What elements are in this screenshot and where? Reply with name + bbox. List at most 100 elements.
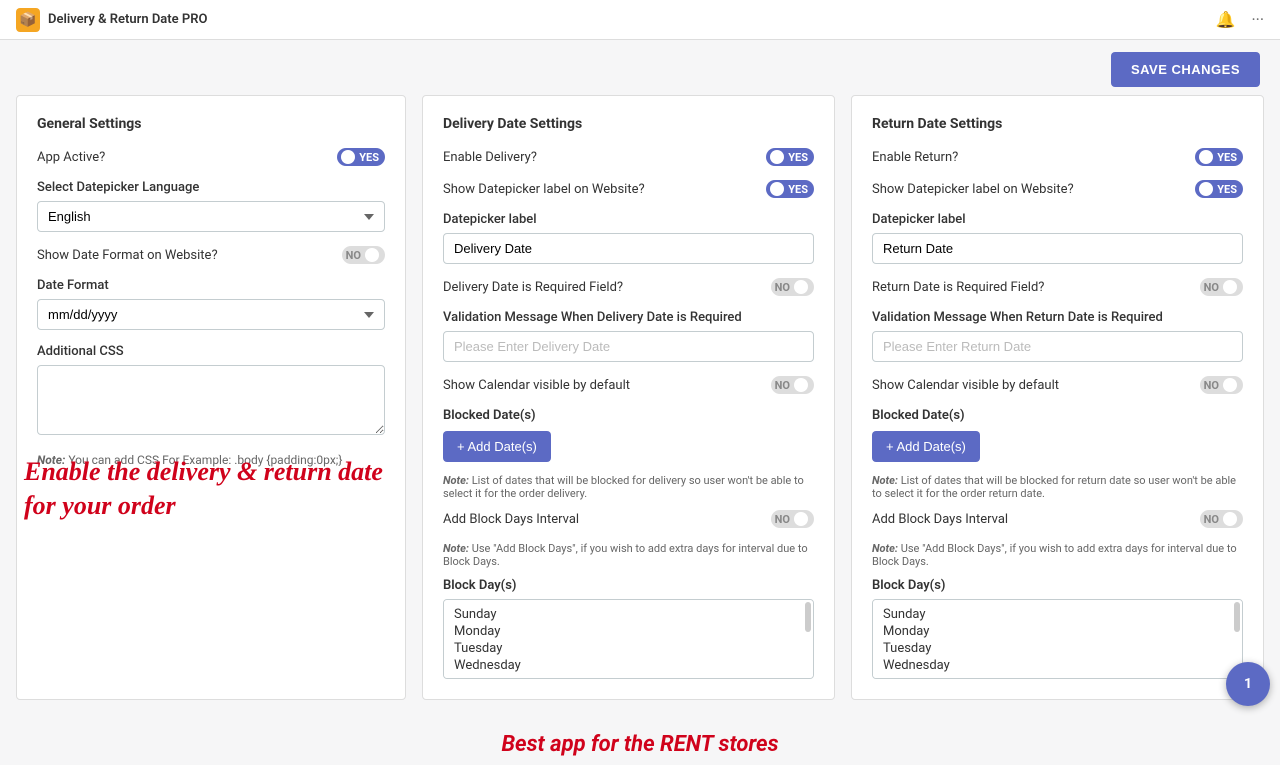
delivery-panel: Delivery Date Settings Enable Delivery? … [422,95,835,700]
delivery-add-dates-button[interactable]: + Add Date(s) [443,431,551,462]
app-active-row: App Active? YES [37,148,385,166]
return-validation-input[interactable] [872,331,1243,362]
notification-badge[interactable]: 1 [1226,662,1270,706]
app-active-toggle[interactable]: YES [337,148,385,166]
return-show-label-toggle[interactable]: YES [1195,180,1243,198]
return-show-label-text: Show Datepicker label on Website? [872,182,1074,197]
delivery-block-days-note: Note: Use "Add Block Days", if you wish … [443,542,814,568]
date-format-label: Date Format [37,278,385,293]
delivery-note-label: Note: [443,474,469,487]
return-add-block-days-row: Add Block Days Interval NO [872,510,1243,528]
delivery-show-label-text: Show Datepicker label on Website? [443,182,645,197]
delivery-title: Delivery Date Settings [443,116,814,132]
date-format-select[interactable]: mm/dd/yyyy dd/mm/yyyy yyyy/mm/dd [37,299,385,330]
bell-icon[interactable]: 🔔 [1216,10,1236,29]
delivery-datepicker-label-input[interactable] [443,233,814,264]
return-required-label: Return Date is Required Field? [872,280,1044,295]
css-note: Note: You can add CSS For Example: .body… [37,453,385,467]
delivery-day-wednesday: Wednesday [454,657,803,674]
delivery-block-note-label: Note: [443,542,469,555]
return-day-wednesday: Wednesday [883,657,1232,674]
return-scrollbar[interactable] [1234,602,1240,632]
return-show-calendar-toggle[interactable]: NO [1200,376,1243,394]
return-panel: Return Date Settings Enable Return? YES … [851,95,1264,700]
save-changes-button[interactable]: SAVE CHANGES [1111,52,1260,87]
language-select[interactable]: English French German Spanish [37,201,385,232]
delivery-add-block-days-row: Add Block Days Interval NO [443,510,814,528]
delivery-validation-label: Validation Message When Delivery Date is… [443,310,814,325]
topbar: 📦 Delivery & Return Date PRO 🔔 ··· [0,0,1280,40]
delivery-blocked-note: Note: List of dates that will be blocked… [443,474,814,500]
return-note-label: Note: [872,474,898,487]
show-date-format-toggle[interactable]: NO [342,246,385,264]
return-datepicker-label-input[interactable] [872,233,1243,264]
delivery-show-calendar-row: Show Calendar visible by default NO [443,376,814,394]
delivery-show-label-row: Show Datepicker label on Website? YES [443,180,814,198]
delivery-show-label-toggle[interactable]: YES [766,180,814,198]
return-block-note-label: Note: [872,542,898,555]
delivery-required-toggle[interactable]: NO [771,278,814,296]
left-panel: General Settings App Active? YES Select … [16,95,406,700]
delivery-add-block-days-toggle[interactable]: NO [771,510,814,528]
return-block-days-list: Sunday Monday Tuesday Wednesday [872,599,1243,679]
panels-row: General Settings App Active? YES Select … [0,95,1280,716]
return-validation-field: Validation Message When Return Date is R… [872,310,1243,362]
delivery-day-tuesday: Tuesday [454,640,803,657]
enable-delivery-label: Enable Delivery? [443,150,537,165]
delivery-validation-input[interactable] [443,331,814,362]
show-date-format-label: Show Date Format on Website? [37,248,218,263]
return-show-calendar-label: Show Calendar visible by default [872,378,1059,393]
delivery-day-sunday: Sunday [454,606,803,623]
language-select-wrapper: English French German Spanish [37,201,385,232]
delivery-show-calendar-label: Show Calendar visible by default [443,378,630,393]
general-settings-title: General Settings [37,116,385,132]
app-active-label: App Active? [37,150,105,165]
enable-delivery-row: Enable Delivery? YES [443,148,814,166]
additional-css-label: Additional CSS [37,344,385,359]
app-title: Delivery & Return Date PRO [48,12,207,27]
delivery-datepicker-label-title: Datepicker label [443,212,814,227]
enable-return-label: Enable Return? [872,150,958,165]
enable-delivery-toggle[interactable]: YES [766,148,814,166]
additional-css-textarea[interactable] [37,365,385,435]
return-show-label-row: Show Datepicker label on Website? YES [872,180,1243,198]
return-blocked-dates-label: Blocked Date(s) [872,408,1243,423]
enable-return-toggle[interactable]: YES [1195,148,1243,166]
delivery-required-label: Delivery Date is Required Field? [443,280,623,295]
return-required-toggle[interactable]: NO [1200,278,1243,296]
note-content: You can add CSS For Example: .body {padd… [68,453,342,467]
return-block-days-label: Block Day(s) [872,578,1243,593]
select-language-label: Select Datepicker Language [37,180,385,195]
delivery-add-block-days-label: Add Block Days Interval [443,512,579,527]
app-icon: 📦 [16,8,40,32]
return-day-tuesday: Tuesday [883,640,1232,657]
content-wrapper: General Settings App Active? YES Select … [0,95,1280,765]
more-icon[interactable]: ··· [1251,10,1264,29]
return-block-note-text: Use "Add Block Days", if you wish to add… [872,542,1237,568]
return-validation-label: Validation Message When Return Date is R… [872,310,1243,325]
show-date-format-row: Show Date Format on Website? NO [37,246,385,264]
return-title: Return Date Settings [872,116,1243,132]
return-add-block-days-toggle[interactable]: NO [1200,510,1243,528]
delivery-day-monday: Monday [454,623,803,640]
return-block-days-note: Note: Use "Add Block Days", if you wish … [872,542,1243,568]
delivery-required-row: Delivery Date is Required Field? NO [443,278,814,296]
delivery-block-days-list: Sunday Monday Tuesday Wednesday [443,599,814,679]
delivery-show-calendar-toggle[interactable]: NO [771,376,814,394]
delivery-blocked-dates-label: Blocked Date(s) [443,408,814,423]
return-day-sunday: Sunday [883,606,1232,623]
header-row: SAVE CHANGES [0,40,1280,95]
additional-css-field: Additional CSS [37,344,385,439]
overlay-center-label: Best app for the RENT stores [501,732,778,757]
return-show-calendar-row: Show Calendar visible by default NO [872,376,1243,394]
select-language-field: Select Datepicker Language English Frenc… [37,180,385,232]
note-label: Note: [37,453,65,467]
overlay-center-text: Best app for the RENT stores [0,716,1280,765]
return-add-dates-button[interactable]: + Add Date(s) [872,431,980,462]
return-datepicker-label-field: Datepicker label [872,212,1243,264]
delivery-block-note-text: Use "Add Block Days", if you wish to add… [443,542,808,568]
enable-return-row: Enable Return? YES [872,148,1243,166]
delivery-scrollbar[interactable] [805,602,811,632]
return-datepicker-label-title: Datepicker label [872,212,1243,227]
delivery-block-days-label: Block Day(s) [443,578,814,593]
